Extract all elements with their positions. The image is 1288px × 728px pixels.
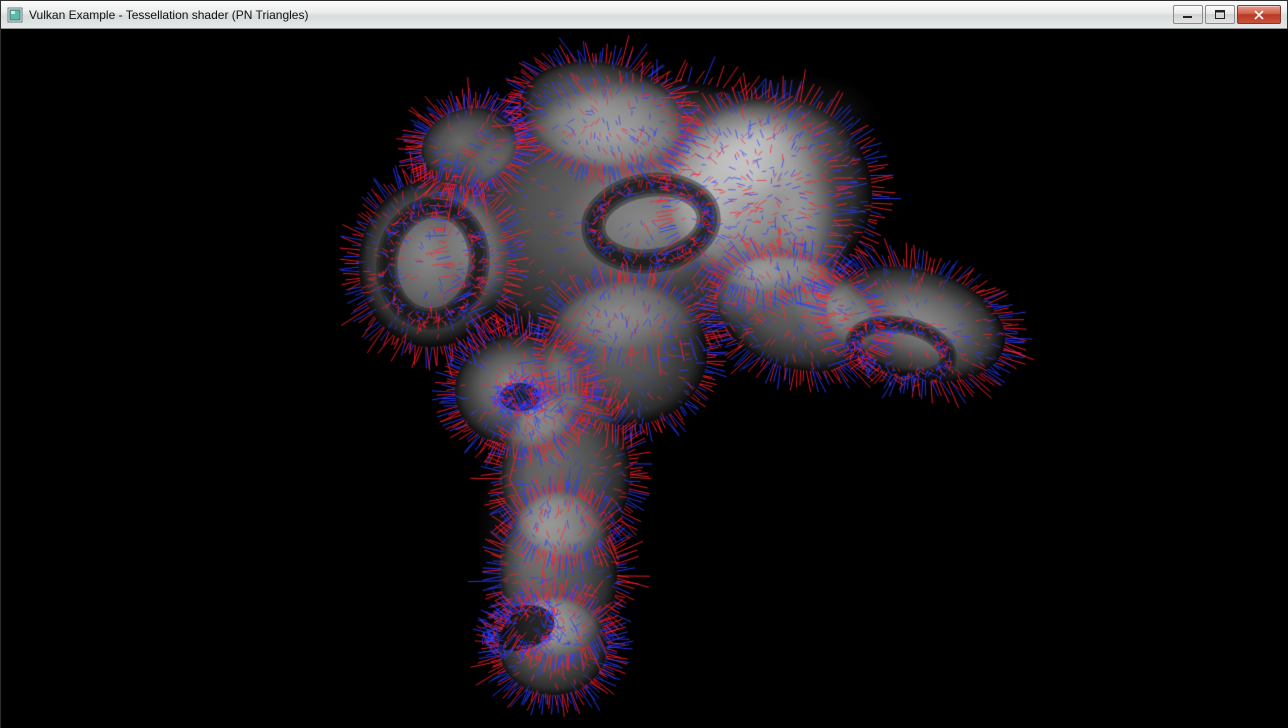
minimize-button[interactable] bbox=[1173, 5, 1203, 24]
vulkan-viewport[interactable] bbox=[1, 29, 1288, 728]
vulkan-example-window: Vulkan Example - Tessellation shader (PN… bbox=[0, 0, 1288, 728]
close-icon bbox=[1254, 10, 1264, 20]
app-icon bbox=[7, 7, 23, 23]
minimize-icon bbox=[1183, 10, 1193, 19]
window-controls bbox=[1173, 5, 1287, 24]
window-title: Vulkan Example - Tessellation shader (PN… bbox=[29, 1, 308, 29]
titlebar[interactable]: Vulkan Example - Tessellation shader (PN… bbox=[1, 1, 1287, 29]
maximize-icon bbox=[1215, 10, 1225, 19]
render-area bbox=[1, 29, 1287, 728]
maximize-button[interactable] bbox=[1205, 5, 1235, 24]
close-button[interactable] bbox=[1237, 5, 1281, 24]
